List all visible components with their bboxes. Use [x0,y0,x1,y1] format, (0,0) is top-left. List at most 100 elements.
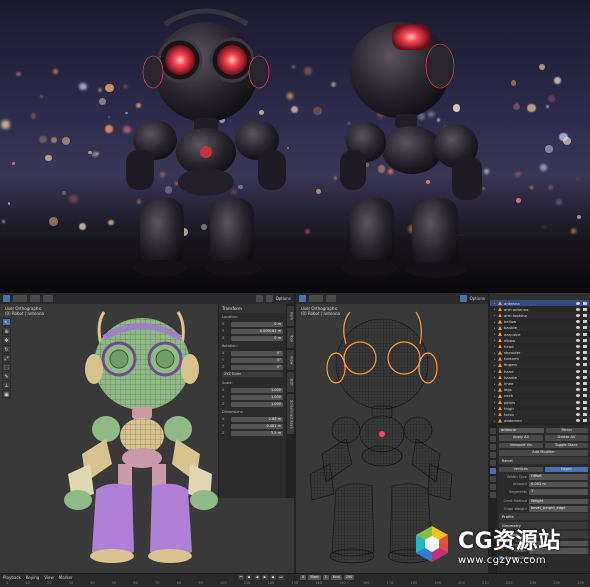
view-menu[interactable] [30,295,40,302]
expand-icon[interactable]: ▸ [494,357,498,361]
visibility-eye-icon[interactable] [576,406,580,410]
tab-view[interactable]: View [286,350,294,370]
visibility-eye-icon[interactable] [576,419,580,423]
outliner-item[interactable]: ▸ pelvis [490,399,590,406]
outliner-item[interactable]: ▸ bellow [490,319,590,325]
timeline-ruler[interactable]: 0 10 20 30 40 50 60 70 80 90 100 110 120 130 140 150 160… [0,581,590,587]
delete-all-button[interactable]: Delete All [544,435,588,441]
object-name-field[interactable]: antenna [499,427,544,433]
outliner-item[interactable]: ▸ neck [490,393,590,399]
expand-icon[interactable]: ▸ [494,363,498,367]
outliner-item[interactable]: ▸ thigh [490,405,590,411]
tab-material[interactable] [490,492,496,498]
dimensions-z-field[interactable]: 3.5 m [231,430,283,436]
render-camera-icon[interactable] [583,363,587,367]
render-camera-icon[interactable] [583,394,587,398]
render-camera-icon[interactable] [583,419,587,423]
expand-icon[interactable]: ▸ [494,313,498,317]
visibility-eye-icon[interactable] [576,363,580,367]
outliner-item[interactable]: ▸ abdomen [490,418,590,423]
prev-key-icon[interactable]: ◆ [246,575,252,580]
jump-end-icon[interactable]: ⏭ [278,575,284,580]
shading-material-button[interactable] [265,295,273,302]
mirror-button[interactable]: Mirror [545,427,588,433]
expand-icon[interactable]: ▸ [494,412,498,416]
tab-object[interactable] [490,460,496,466]
rotation-y-field[interactable]: 0° [231,357,283,363]
outliner-item[interactable]: ▸ forearm [490,356,590,362]
render-camera-icon[interactable] [583,320,587,324]
marker-menu[interactable]: Marker [59,575,73,580]
next-key-icon[interactable]: ◆ [270,575,276,580]
edge-weight-field[interactable]: bevel_weight_edge [529,506,588,512]
outliner-item[interactable]: ▸ antenna [490,300,590,307]
rotation-mode-dropdown[interactable]: XYZ Euler [222,372,283,377]
render-camera-icon[interactable] [583,406,587,410]
visibility-eye-icon[interactable] [576,332,580,336]
scale-y-field[interactable]: 1.000 [231,394,283,400]
visibility-eye-icon[interactable] [576,351,580,355]
tab-output[interactable] [490,444,496,450]
dimensions-x-field[interactable]: 2.68 m [231,416,283,422]
edges-mode-button[interactable]: Edges [544,466,588,472]
render-camera-icon[interactable] [583,375,587,379]
limit-method-dropdown[interactable]: Weight [529,498,588,504]
tab-tool[interactable]: Tool [286,328,294,348]
expand-icon[interactable]: ▸ [494,307,498,311]
expand-icon[interactable]: ▸ [494,406,498,410]
render-camera-icon[interactable] [583,332,587,336]
render-camera-icon[interactable] [583,412,587,416]
expand-icon[interactable]: ▸ [494,320,498,324]
outliner-item[interactable]: ▸ arm.footsho [490,312,590,319]
expand-icon[interactable]: ▸ [494,338,498,342]
visibility-eye-icon[interactable] [576,412,580,416]
tab-tool-settings[interactable] [490,428,496,434]
bevel-modifier-header[interactable]: Bevel [499,457,588,464]
visibility-eye-icon[interactable] [576,369,580,373]
shading-solid-button[interactable] [255,295,263,302]
options-menu[interactable]: Options [276,296,291,301]
outliner-item[interactable]: ▸ knee [490,380,590,386]
outliner-item[interactable]: ▸ arm.antenna [490,306,590,312]
render-camera-icon[interactable] [583,369,587,373]
visibility-eye-icon[interactable] [576,307,580,311]
render-camera-icon[interactable] [583,382,587,386]
options-menu[interactable]: Options [470,296,485,301]
location-y-field[interactable]: 0.009162 m [231,328,283,334]
render-camera-icon[interactable] [583,307,587,311]
expand-icon[interactable]: ▸ [494,326,498,330]
viewport-vis-button[interactable]: Viewport Vis [499,442,543,448]
expand-icon[interactable]: ▸ [494,301,498,305]
segments-field[interactable]: 1 [529,489,588,495]
outliner-item[interactable]: ▸ shoulder [490,349,590,356]
location-z-field[interactable]: 0 m [231,335,283,341]
viewport-solid[interactable]: Options User Orthographic (0) Robot | an… [0,293,294,573]
visibility-eye-icon[interactable] [576,313,580,317]
playback-menu[interactable]: Playback [3,575,21,580]
expand-icon[interactable]: ▸ [494,369,498,373]
toggle-stack-button[interactable]: Toggle Stack [544,442,588,448]
expand-icon[interactable]: ▸ [494,382,498,386]
visibility-eye-icon[interactable] [576,320,580,324]
outliner-item[interactable]: ▸ torso [490,411,590,418]
scale-z-field[interactable]: 1.000 [231,401,283,407]
visibility-eye-icon[interactable] [576,394,580,398]
jump-start-icon[interactable]: ⏮ [238,575,244,580]
mode-dropdown[interactable] [309,295,323,302]
editor-type-button[interactable] [3,295,10,302]
view-menu[interactable] [326,295,336,302]
tab-scene[interactable] [490,452,496,458]
scale-x-field[interactable]: 1.000 [231,387,283,393]
profile-section[interactable]: Profile [499,513,588,520]
shading-wireframe-button[interactable] [459,295,467,302]
visibility-eye-icon[interactable] [576,344,580,348]
play-reverse-icon[interactable]: ◀ [254,575,260,580]
rotation-z-field[interactable]: 0° [231,364,283,370]
visibility-eye-icon[interactable] [576,400,580,404]
amount-field[interactable]: 0.003 m [529,481,588,487]
dimensions-y-field[interactable]: 0.481 m [231,423,283,429]
expand-icon[interactable]: ▸ [494,400,498,404]
tab-modifiers[interactable] [490,468,496,474]
outliner-item[interactable]: ▸ elbow [490,337,590,344]
outliner-item[interactable]: ▸ fingers [490,361,590,369]
